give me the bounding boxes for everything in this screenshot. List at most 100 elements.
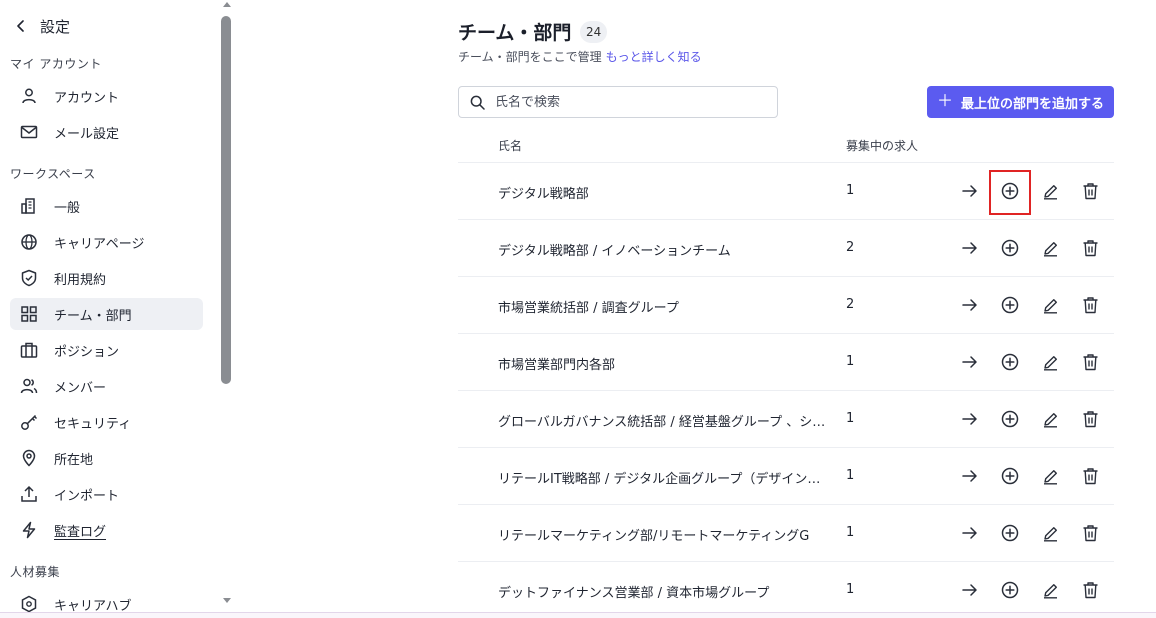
section-label-workspace: ワークスペース [10,167,96,181]
sidebar-item-label: キャリアハブ [54,598,132,614]
column-header-name: 氏名 [498,139,523,153]
search-box[interactable] [458,86,778,118]
table-row: リテールIT戦略部 / デジタル企画グループ（デザイン… 1 [458,448,1114,505]
sidebar-item-audit-log[interactable]: 監査ログ [10,514,203,546]
sidebar-back-button[interactable]: 設定 [14,14,70,38]
department-name: デジタル戦略部 [498,187,589,202]
delete-trash-icon[interactable] [1079,408,1101,430]
open-jobs-count: 1 [846,525,855,540]
sidebar-item-label: メール設定 [54,126,120,142]
sidebar-item-label: 利用規約 [54,272,107,288]
users-icon [19,376,39,396]
edit-pencil-icon[interactable] [1039,180,1061,202]
sidebar-item-label: インポート [54,488,120,504]
key-icon [19,412,39,432]
department-name: リテールマーケティング部/リモートマーケティングG [498,529,810,544]
arrow-right-icon[interactable] [959,465,981,487]
hub-icon [19,594,39,614]
scroll-up-arrow-icon[interactable] [223,2,231,7]
open-jobs-count: 2 [846,240,855,255]
search-input[interactable] [495,94,765,110]
arrow-right-icon[interactable] [959,237,981,259]
add-subdepartment-icon[interactable] [999,294,1021,316]
scroll-down-arrow-icon[interactable] [223,598,231,603]
shield-check-icon [19,268,39,288]
arrow-right-icon[interactable] [959,351,981,373]
table-row: グローバルガバナンス統括部 / 経営基盤グループ 、シ… 1 [458,391,1114,448]
sidebar-item-mail-settings[interactable]: メール設定 [10,116,203,148]
table-row: 市場営業統括部 / 調査グループ 2 [458,277,1114,334]
sidebar-item-teams-departments[interactable]: チーム・部門 [10,298,203,330]
table-header: 氏名 募集中の求人 [458,126,1114,163]
map-pin-icon [19,448,39,468]
sidebar-item-label: メンバー [54,380,107,396]
add-subdepartment-icon[interactable] [999,237,1021,259]
delete-trash-icon[interactable] [1079,237,1101,259]
edit-pencil-icon[interactable] [1039,579,1061,601]
sidebar-item-label: 一般 [54,200,81,216]
open-jobs-count: 1 [846,468,855,483]
table-row: リテールマーケティング部/リモートマーケティングG 1 [458,505,1114,562]
bolt-icon [19,520,39,540]
upload-icon [19,484,39,504]
edit-pencil-icon[interactable] [1039,237,1061,259]
sidebar-item-label: セキュリティ [54,416,132,432]
sidebar-item-positions[interactable]: ポジション [10,334,203,366]
arrow-right-icon[interactable] [959,579,981,601]
add-subdepartment-icon[interactable] [999,351,1021,373]
search-icon [469,94,485,110]
learn-more-link[interactable]: もっと詳しく知る [606,50,702,64]
delete-trash-icon[interactable] [1079,522,1101,544]
delete-trash-icon[interactable] [1079,180,1101,202]
sidebar-item-label: 監査ログ [54,524,107,540]
add-subdepartment-icon[interactable] [999,579,1021,601]
arrow-right-icon[interactable] [959,522,981,544]
add-subdepartment-icon[interactable] [999,408,1021,430]
sidebar-item-general[interactable]: 一般 [10,190,203,222]
sidebar-item-account[interactable]: アカウント [10,80,203,112]
sidebar-item-security[interactable]: セキュリティ [10,406,203,438]
arrow-right-icon[interactable] [959,294,981,316]
sidebar-item-label: チーム・部門 [54,308,132,324]
globe-icon [19,232,39,252]
grid-icon [19,304,39,324]
open-jobs-count: 1 [846,183,855,198]
edit-pencil-icon[interactable] [1039,465,1061,487]
sidebar-item-label: 所在地 [54,452,94,468]
sidebar-item-label: キャリアページ [54,236,145,252]
add-subdepartment-icon[interactable] [999,465,1021,487]
sidebar-item-career-page[interactable]: キャリアページ [10,226,203,258]
table-row: デジタル戦略部 / イノベーションチーム 2 [458,220,1114,277]
sidebar-item-import[interactable]: インポート [10,478,203,510]
mail-icon [19,122,39,142]
plus-icon: ＋ [936,93,953,110]
page-subtitle: チーム・部門をここで管理 もっと詳しく知る [458,48,702,65]
table-row: 市場営業部門内各部 1 [458,334,1114,391]
count-badge: 24 [580,21,608,43]
chevron-left-icon [14,14,28,38]
department-name: グローバルガバナンス統括部 / 経営基盤グループ 、シ… [498,415,826,430]
sidebar-item-locations[interactable]: 所在地 [10,442,203,474]
section-label-recruiting: 人材募集 [10,565,61,579]
scrollbar-thumb[interactable] [221,16,231,384]
sidebar-item-terms[interactable]: 利用規約 [10,262,203,294]
arrow-right-icon[interactable] [959,408,981,430]
edit-pencil-icon[interactable] [1039,294,1061,316]
open-jobs-count: 1 [846,582,855,597]
sidebar-scrollbar[interactable] [220,0,234,612]
delete-trash-icon[interactable] [1079,465,1101,487]
add-top-level-department-button[interactable]: ＋ 最上位の部門を追加する [927,86,1114,118]
settings-sidebar: 設定 マイ アカウント アカウント メール設定 ワークスペース 一般 キャリアペ… [0,0,220,618]
arrow-right-icon[interactable] [959,180,981,202]
open-jobs-count: 2 [846,297,855,312]
delete-trash-icon[interactable] [1079,294,1101,316]
add-subdepartment-icon[interactable] [999,522,1021,544]
sidebar-item-members[interactable]: メンバー [10,370,203,402]
delete-trash-icon[interactable] [1079,351,1101,373]
edit-pencil-icon[interactable] [1039,408,1061,430]
edit-pencil-icon[interactable] [1039,351,1061,373]
edit-pencil-icon[interactable] [1039,522,1061,544]
building-icon [19,196,39,216]
sidebar-item-label: ポジション [54,344,120,360]
delete-trash-icon[interactable] [1079,579,1101,601]
